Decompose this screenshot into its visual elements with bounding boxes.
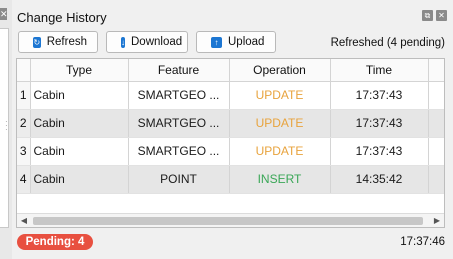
cell-type: Cabin bbox=[30, 165, 129, 194]
download-button[interactable]: ↓ Download bbox=[106, 31, 188, 53]
table-row[interactable]: 2 Cabin SMARTGEO ... UPDATE 17:37:43 bbox=[17, 109, 444, 138]
float-window-icon[interactable]: ⧉ bbox=[422, 10, 433, 21]
cell-filler bbox=[428, 165, 444, 194]
toolbar: ↻ Refresh ↓ Download ↑ Upload bbox=[18, 31, 276, 53]
panel-title: Change History bbox=[17, 10, 107, 25]
splitter-grip[interactable]: · · · bbox=[5, 118, 9, 134]
cell-operation: UPDATE bbox=[229, 81, 331, 110]
adjacent-dock-strip: ✕ · · · bbox=[0, 0, 12, 259]
upload-button[interactable]: ↑ Upload bbox=[196, 31, 276, 53]
adjacent-close-icon[interactable]: ✕ bbox=[0, 8, 8, 20]
status-clock: 17:37:46 bbox=[400, 236, 445, 248]
cell-time: 17:37:43 bbox=[330, 137, 429, 166]
cell-operation: UPDATE bbox=[229, 109, 331, 138]
cell-filler bbox=[428, 137, 444, 166]
column-header-time[interactable]: Time bbox=[330, 59, 429, 82]
cell-feature: SMARTGEO ... bbox=[128, 137, 230, 166]
table-row[interactable]: 3 Cabin SMARTGEO ... UPDATE 17:37:43 bbox=[17, 137, 444, 166]
cell-type: Cabin bbox=[30, 81, 129, 110]
scroll-left-icon[interactable]: ◀ bbox=[17, 214, 31, 227]
cell-time: 17:37:43 bbox=[330, 109, 429, 138]
scrollbar-thumb[interactable] bbox=[33, 217, 423, 225]
column-header-operation[interactable]: Operation bbox=[229, 59, 331, 82]
cell-time: 14:35:42 bbox=[330, 165, 429, 194]
cell-operation: UPDATE bbox=[229, 137, 331, 166]
refresh-label: Refresh bbox=[46, 36, 87, 48]
refresh-icon: ↻ bbox=[33, 36, 41, 48]
cell-type: Cabin bbox=[30, 109, 129, 138]
upload-icon: ↑ bbox=[211, 36, 222, 48]
row-number-header bbox=[17, 59, 31, 82]
column-header-type[interactable]: Type bbox=[30, 59, 129, 82]
cell-filler bbox=[428, 81, 444, 110]
change-table: Type Feature Operation Time 1 Cabin SMAR… bbox=[16, 58, 445, 228]
row-number: 4 bbox=[17, 165, 31, 194]
cell-feature: SMARTGEO ... bbox=[128, 109, 230, 138]
cell-time: 17:37:43 bbox=[330, 81, 429, 110]
scroll-right-icon[interactable]: ▶ bbox=[430, 214, 444, 227]
row-number: 2 bbox=[17, 109, 31, 138]
cell-operation: INSERT bbox=[229, 165, 331, 194]
cell-feature: POINT bbox=[128, 165, 230, 194]
upload-label: Upload bbox=[228, 36, 265, 48]
refresh-button[interactable]: ↻ Refresh bbox=[18, 31, 98, 53]
column-header-feature[interactable]: Feature bbox=[128, 59, 230, 82]
cell-filler bbox=[428, 109, 444, 138]
download-label: Download bbox=[131, 36, 183, 48]
refresh-status: Refreshed (4 pending) bbox=[330, 37, 445, 49]
change-history-panel: Change History ⧉ ✕ ↻ Refresh ↓ Download … bbox=[12, 0, 453, 259]
cell-feature: SMARTGEO ... bbox=[128, 81, 230, 110]
row-number: 3 bbox=[17, 137, 31, 166]
column-header-filler bbox=[428, 59, 444, 82]
close-icon[interactable]: ✕ bbox=[436, 10, 447, 21]
table-row[interactable]: 1 Cabin SMARTGEO ... UPDATE 17:37:43 bbox=[17, 81, 444, 110]
row-number: 1 bbox=[17, 81, 31, 110]
download-icon: ↓ bbox=[121, 36, 125, 48]
horizontal-scrollbar[interactable]: ◀ ▶ bbox=[17, 213, 444, 227]
table-row[interactable]: 4 Cabin POINT INSERT 14:35:42 bbox=[17, 165, 444, 194]
pending-badge: Pending: 4 bbox=[17, 234, 93, 250]
cell-type: Cabin bbox=[30, 137, 129, 166]
title-buttons: ⧉ ✕ bbox=[422, 10, 447, 21]
panel-right-edge bbox=[447, 58, 453, 228]
